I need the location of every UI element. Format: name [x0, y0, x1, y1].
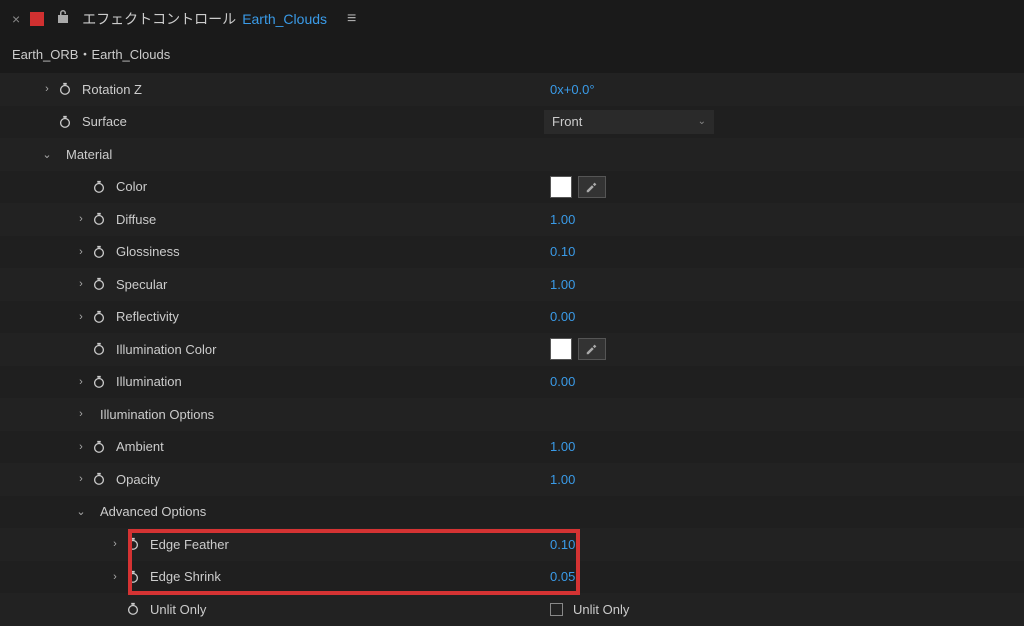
- stopwatch-icon[interactable]: [122, 537, 144, 551]
- panel-title: エフェクトコントロール: [82, 9, 236, 29]
- diffuse-row: › Diffuse 1.00: [0, 203, 1024, 236]
- diffuse-value[interactable]: 1.00: [550, 212, 575, 227]
- chevron-right-icon[interactable]: ›: [74, 311, 88, 323]
- opacity-row: › Opacity 1.00: [0, 463, 1024, 496]
- stopwatch-icon[interactable]: [88, 375, 110, 389]
- glossiness-value[interactable]: 0.10: [550, 244, 575, 259]
- panel-subtitle[interactable]: Earth_Clouds: [242, 11, 327, 27]
- surface-row: Surface Front ⌄: [0, 106, 1024, 139]
- ambient-row: › Ambient 1.00: [0, 431, 1024, 464]
- unlit-only-checkbox[interactable]: [550, 603, 563, 616]
- color-label: Color: [116, 179, 147, 194]
- chevron-right-icon[interactable]: ›: [74, 246, 88, 258]
- reflectivity-label: Reflectivity: [116, 309, 179, 324]
- chevron-down-icon: ⌄: [698, 116, 706, 127]
- opacity-value[interactable]: 1.00: [550, 472, 575, 487]
- breadcrumb: Earth_ORB・Earth_Clouds: [0, 38, 1024, 73]
- stopwatch-icon[interactable]: [88, 277, 110, 291]
- property-list: › Rotation Z 0x+0.0° Surface Front ⌄ ⌄ Ma…: [0, 73, 1024, 626]
- stopwatch-icon[interactable]: [88, 342, 110, 356]
- lock-icon[interactable]: [56, 9, 70, 30]
- chevron-right-icon[interactable]: ›: [74, 473, 88, 485]
- eyedropper-icon[interactable]: [578, 338, 606, 360]
- illumination-label: Illumination: [116, 374, 182, 389]
- glossiness-label: Glossiness: [116, 244, 180, 259]
- stopwatch-icon[interactable]: [88, 180, 110, 194]
- chevron-right-icon[interactable]: ›: [74, 441, 88, 453]
- unlit-only-checkbox-label: Unlit Only: [573, 602, 629, 617]
- material-label: Material: [66, 147, 112, 162]
- reflectivity-value[interactable]: 0.00: [550, 309, 575, 324]
- edge-feather-row: › Edge Feather 0.10: [0, 528, 1024, 561]
- chevron-right-icon[interactable]: ›: [40, 83, 54, 95]
- opacity-label: Opacity: [116, 472, 160, 487]
- chevron-right-icon[interactable]: ›: [108, 571, 122, 583]
- ambient-label: Ambient: [116, 439, 164, 454]
- chevron-right-icon[interactable]: ›: [74, 408, 88, 420]
- stopwatch-icon[interactable]: [122, 570, 144, 584]
- record-indicator[interactable]: [30, 12, 44, 26]
- chevron-down-icon[interactable]: ⌄: [74, 505, 88, 518]
- color-row: Color: [0, 171, 1024, 204]
- illumination-row: › Illumination 0.00: [0, 366, 1024, 399]
- chevron-right-icon[interactable]: ›: [74, 278, 88, 290]
- chevron-right-icon[interactable]: ›: [74, 376, 88, 388]
- advanced-options-row: ⌄ Advanced Options: [0, 496, 1024, 529]
- chevron-right-icon[interactable]: ›: [74, 213, 88, 225]
- stopwatch-icon[interactable]: [122, 602, 144, 616]
- edge-shrink-row: › Edge Shrink 0.05: [0, 561, 1024, 594]
- diffuse-label: Diffuse: [116, 212, 156, 227]
- edge-shrink-label: Edge Shrink: [150, 569, 221, 584]
- surface-dropdown[interactable]: Front ⌄: [544, 110, 714, 134]
- color-swatch[interactable]: [550, 176, 572, 198]
- material-group-row: ⌄ Material: [0, 138, 1024, 171]
- reflectivity-row: › Reflectivity 0.00: [0, 301, 1024, 334]
- rotation-z-value[interactable]: 0x+0.0°: [550, 82, 595, 97]
- unlit-only-row: Unlit Only Unlit Only: [0, 593, 1024, 626]
- specular-value[interactable]: 1.00: [550, 277, 575, 292]
- edge-feather-value[interactable]: 0.10: [550, 537, 575, 552]
- specular-row: › Specular 1.00: [0, 268, 1024, 301]
- stopwatch-icon[interactable]: [88, 310, 110, 324]
- surface-dropdown-value: Front: [552, 114, 582, 129]
- eyedropper-icon[interactable]: [578, 176, 606, 198]
- panel-menu-icon[interactable]: ≡: [347, 10, 356, 28]
- rotation-z-row: › Rotation Z 0x+0.0°: [0, 73, 1024, 106]
- chevron-down-icon[interactable]: ⌄: [40, 148, 54, 161]
- surface-label: Surface: [82, 114, 127, 129]
- illumination-options-label: Illumination Options: [100, 407, 214, 422]
- chevron-right-icon[interactable]: ›: [108, 538, 122, 550]
- ambient-value[interactable]: 1.00: [550, 439, 575, 454]
- edge-feather-label: Edge Feather: [150, 537, 229, 552]
- illumination-color-label: Illumination Color: [116, 342, 216, 357]
- stopwatch-icon[interactable]: [88, 245, 110, 259]
- unlit-only-label: Unlit Only: [150, 602, 206, 617]
- specular-label: Specular: [116, 277, 167, 292]
- close-icon[interactable]: ×: [12, 11, 20, 27]
- panel-header: × エフェクトコントロール Earth_Clouds ≡: [0, 0, 1024, 38]
- glossiness-row: › Glossiness 0.10: [0, 236, 1024, 269]
- stopwatch-icon[interactable]: [88, 472, 110, 486]
- stopwatch-icon[interactable]: [54, 82, 76, 96]
- stopwatch-icon[interactable]: [88, 440, 110, 454]
- advanced-options-label: Advanced Options: [100, 504, 206, 519]
- edge-shrink-value[interactable]: 0.05: [550, 569, 575, 584]
- stopwatch-icon[interactable]: [54, 115, 76, 129]
- illumination-value[interactable]: 0.00: [550, 374, 575, 389]
- illumination-color-swatch[interactable]: [550, 338, 572, 360]
- rotation-z-label: Rotation Z: [82, 82, 142, 97]
- illumination-color-row: Illumination Color: [0, 333, 1024, 366]
- illumination-options-row: › Illumination Options: [0, 398, 1024, 431]
- stopwatch-icon[interactable]: [88, 212, 110, 226]
